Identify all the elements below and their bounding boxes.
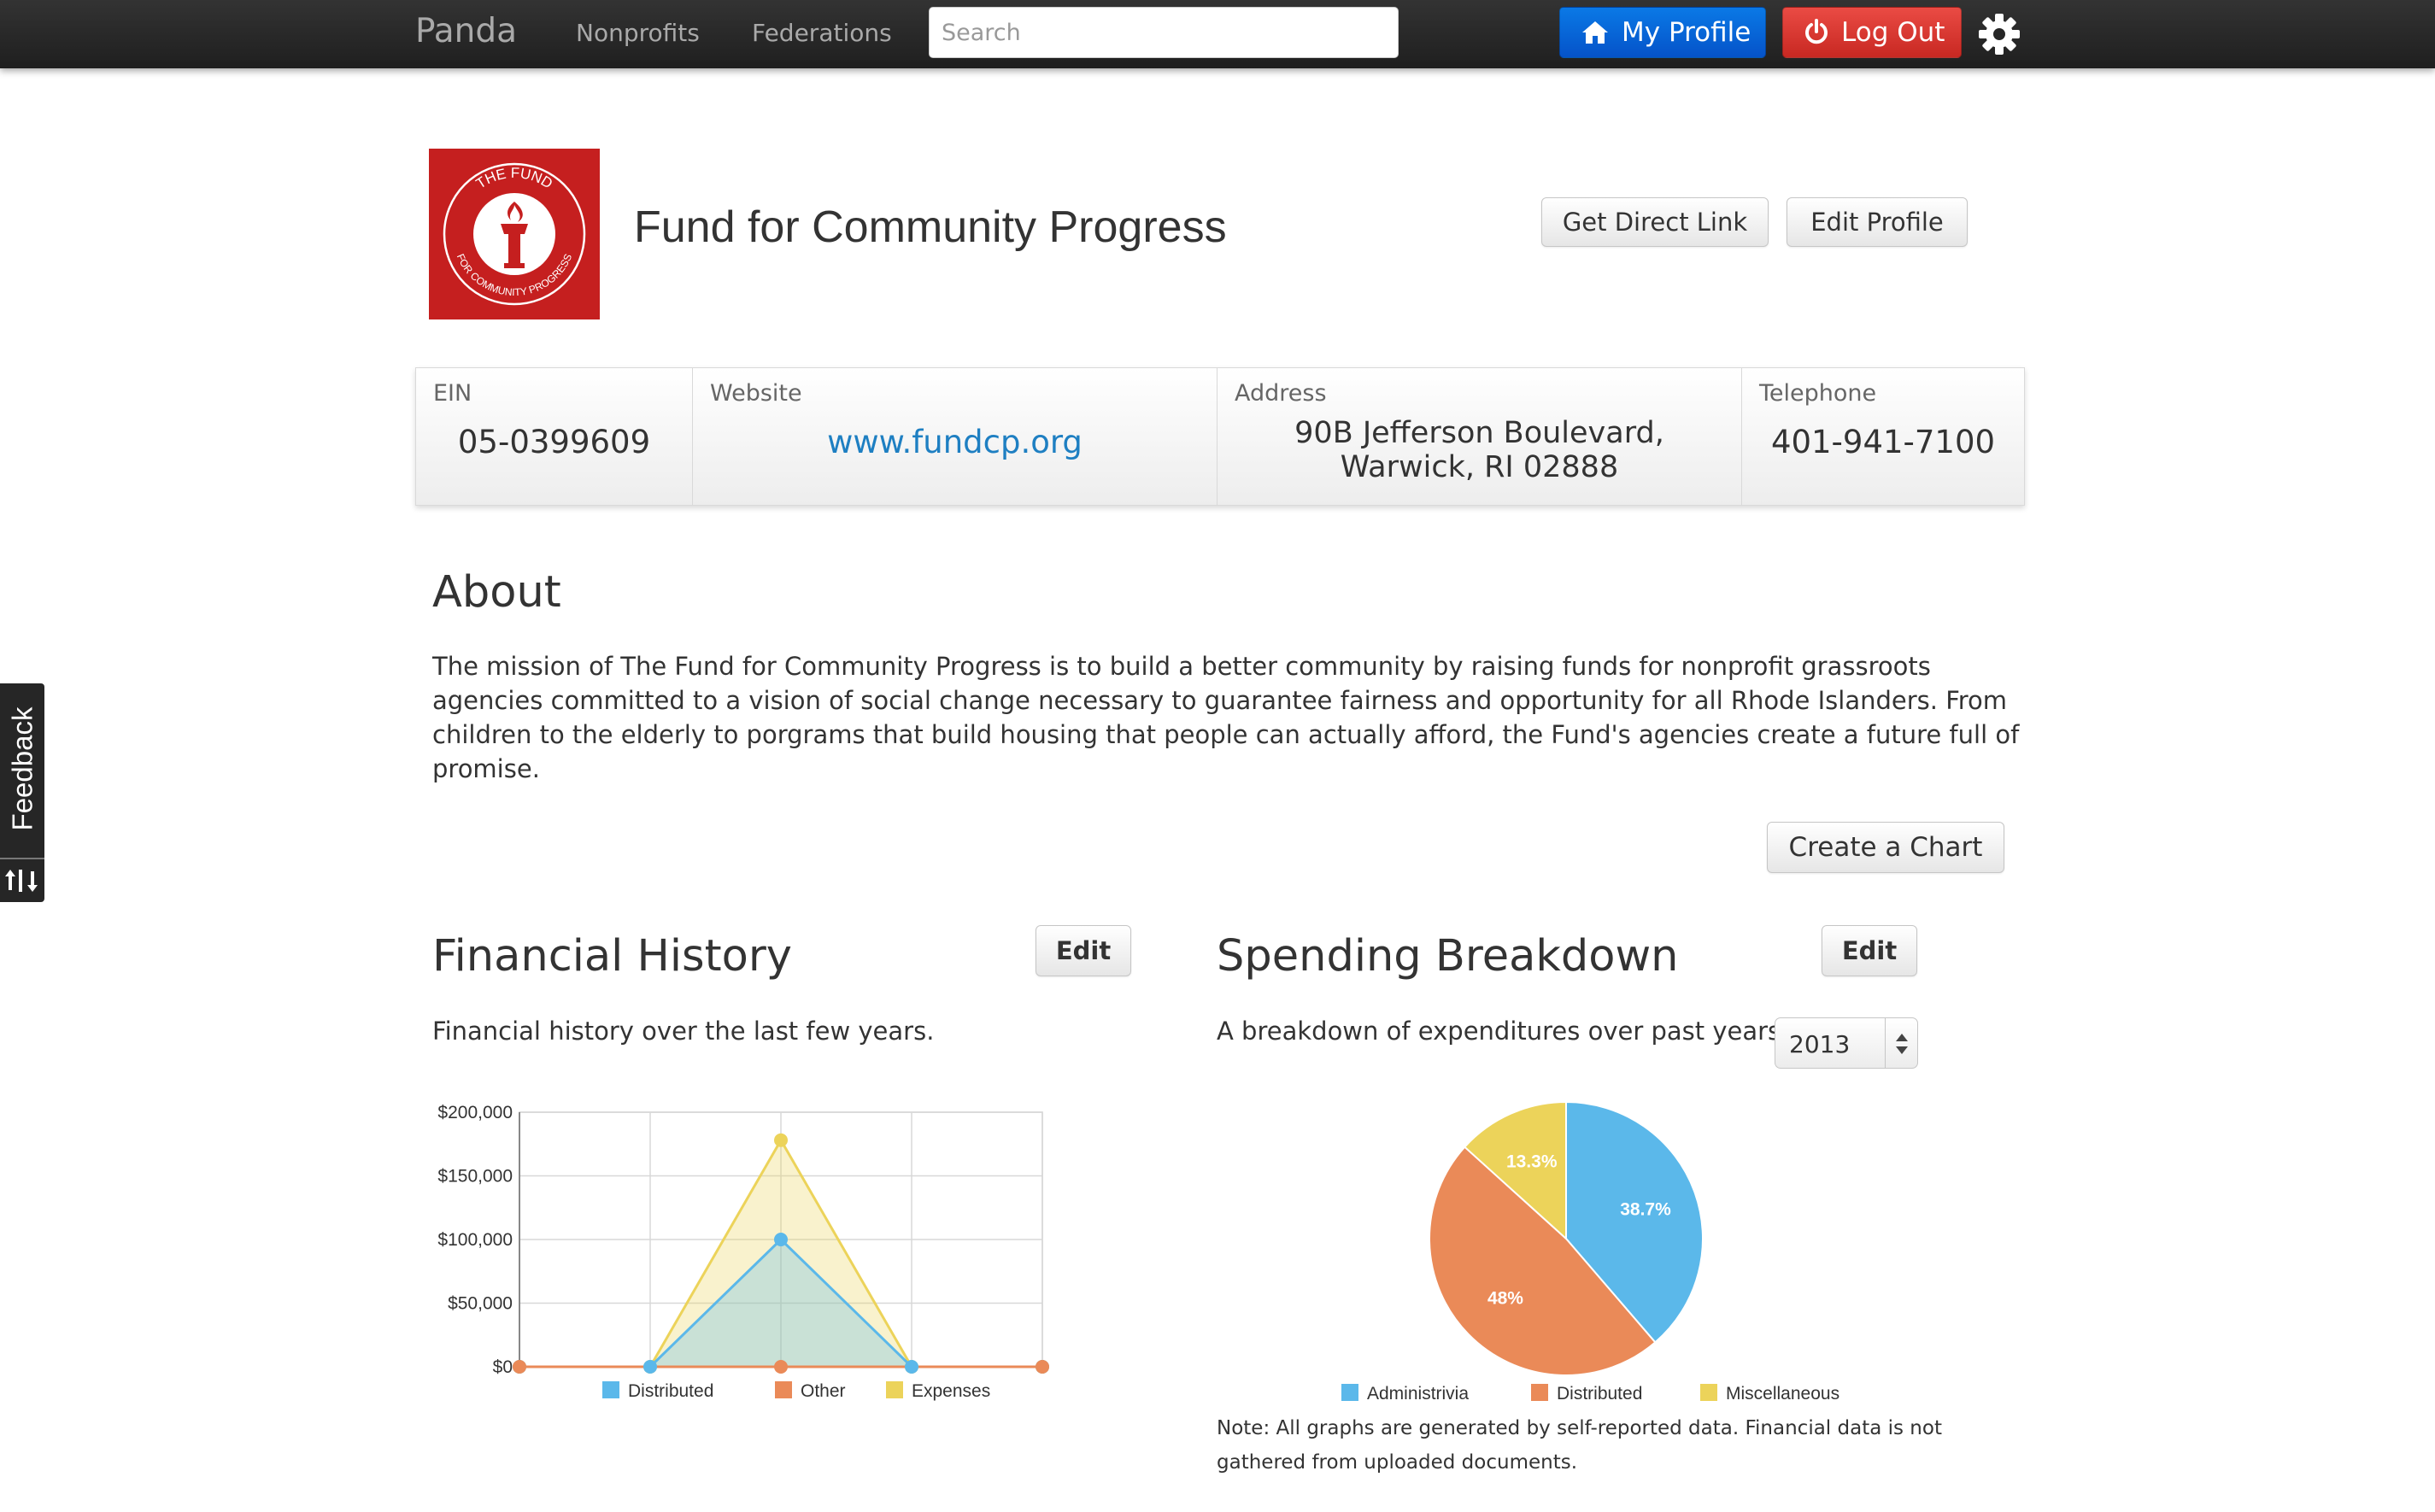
y-tick-label: $150,000	[437, 1167, 513, 1187]
data-point-expenses	[774, 1133, 788, 1147]
telephone-label: Telephone	[1759, 380, 1877, 407]
get-direct-link-button[interactable]: Get Direct Link	[1541, 197, 1769, 247]
search-input[interactable]	[929, 7, 1399, 58]
spending-breakdown-heading: Spending Breakdown	[1217, 931, 1679, 982]
ein-cell: EIN 05-0399609	[416, 368, 693, 505]
feedback-label-wrap: Feedback	[0, 683, 44, 854]
gear-icon[interactable]	[1977, 12, 2021, 56]
telephone-cell: Telephone 401-941-7100	[1742, 368, 2024, 505]
website-label: Website	[710, 380, 802, 407]
logout-button[interactable]: Log Out	[1782, 7, 1962, 58]
data-point-other	[1036, 1360, 1049, 1374]
data-point-other	[774, 1360, 788, 1374]
organization-name: Fund for Community Progress	[634, 202, 1227, 252]
y-tick-label: $0	[493, 1357, 513, 1377]
pie-label: 13.3%	[1506, 1152, 1558, 1171]
address-line-1: 90B Jefferson Boulevard,	[1294, 416, 1664, 450]
organization-logo: THE FUND FOR COMMUNITY PROGRESS	[429, 149, 600, 319]
feedback-tab[interactable]: Feedback	[0, 683, 44, 902]
financial-history-heading: Financial History	[432, 931, 792, 982]
year-select-value: 2013	[1789, 1030, 1851, 1058]
y-tick-label: $50,000	[448, 1294, 513, 1314]
feedback-label: Feedback	[6, 706, 38, 831]
legend-swatch	[775, 1381, 792, 1398]
my-profile-button[interactable]: My Profile	[1559, 7, 1766, 58]
year-select-divider	[1885, 1018, 1886, 1068]
my-profile-label: My Profile	[1622, 17, 1751, 48]
home-icon	[1582, 21, 1608, 44]
legend-swatch	[1700, 1384, 1717, 1401]
top-navbar: Panda Nonprofits Federations My Profile …	[0, 0, 2435, 68]
financial-history-description: Financial history over the last few year…	[432, 1017, 935, 1046]
logout-label: Log Out	[1841, 17, 1945, 48]
about-text: The mission of The Fund for Community Pr…	[432, 652, 2020, 783]
pie-label: 38.7%	[1620, 1200, 1671, 1220]
address-label: Address	[1235, 380, 1327, 407]
legend-swatch	[1531, 1384, 1548, 1401]
data-point-distributed	[905, 1360, 918, 1374]
legend-label: Miscellaneous	[1726, 1384, 1839, 1404]
edit-financial-history-button[interactable]: Edit	[1036, 925, 1131, 976]
spending-breakdown-description: A breakdown of expenditures over past ye…	[1217, 1017, 1789, 1046]
spending-breakdown-chart: 38.7% 48% 13.3% Administrivia Distributed Mis…	[1341, 1100, 1839, 1404]
legend-swatch	[1341, 1384, 1358, 1401]
feedback-arrows-icon	[5, 870, 38, 892]
legend-swatch	[886, 1381, 903, 1398]
edit-spending-breakdown-button[interactable]: Edit	[1822, 925, 1917, 976]
legend-label: Distributed	[628, 1381, 713, 1401]
data-note: Note: All graphs are generated by self-r…	[1217, 1417, 1942, 1474]
website-link[interactable]: www.fundcp.org	[693, 425, 1217, 460]
y-tick-label: $100,000	[437, 1230, 513, 1250]
brand-logo-text[interactable]: Panda	[415, 12, 517, 50]
y-tick-label: $200,000	[437, 1103, 513, 1122]
address-cell: Address 90B Jefferson Boulevard, Warwick…	[1218, 368, 1742, 505]
nav-link-nonprofits[interactable]: Nonprofits	[576, 19, 700, 47]
legend-label: Administrivia	[1367, 1384, 1469, 1404]
data-point-distributed	[774, 1233, 788, 1246]
edit-profile-button[interactable]: Edit Profile	[1787, 197, 1968, 247]
updown-arrows-icon	[1896, 1034, 1908, 1054]
power-icon	[1805, 19, 1828, 44]
data-point-distributed	[643, 1360, 657, 1374]
ein-value: 05-0399609	[457, 424, 651, 460]
data-point-other	[513, 1360, 526, 1374]
address-line-2: Warwick, RI 02888	[1340, 450, 1619, 484]
pie-label: 48%	[1487, 1288, 1523, 1308]
feedback-divider	[0, 858, 44, 859]
nav-link-federations[interactable]: Federations	[752, 19, 892, 47]
organization-info-bar: EIN 05-0399609 Website www.fundcp.org Ad…	[415, 367, 2025, 506]
website-cell: Website www.fundcp.org	[693, 368, 1218, 505]
ein-label: EIN	[433, 380, 472, 407]
legend-label: Expenses	[912, 1381, 990, 1401]
year-select[interactable]: 2013	[1775, 1017, 1918, 1069]
create-chart-button[interactable]: Create a Chart	[1767, 822, 2004, 873]
legend-label: Distributed	[1557, 1384, 1642, 1404]
legend-label: Other	[801, 1381, 846, 1401]
legend-swatch	[602, 1381, 619, 1398]
financial-history-chart: $200,000 $150,000 $100,000 $50,000 $0 Distrib…	[437, 1103, 1049, 1401]
telephone-value: 401-941-7100	[1770, 424, 1996, 460]
address-value: 90B Jefferson Boulevard, Warwick, RI 028…	[1218, 416, 1741, 484]
about-heading: About	[432, 567, 561, 618]
